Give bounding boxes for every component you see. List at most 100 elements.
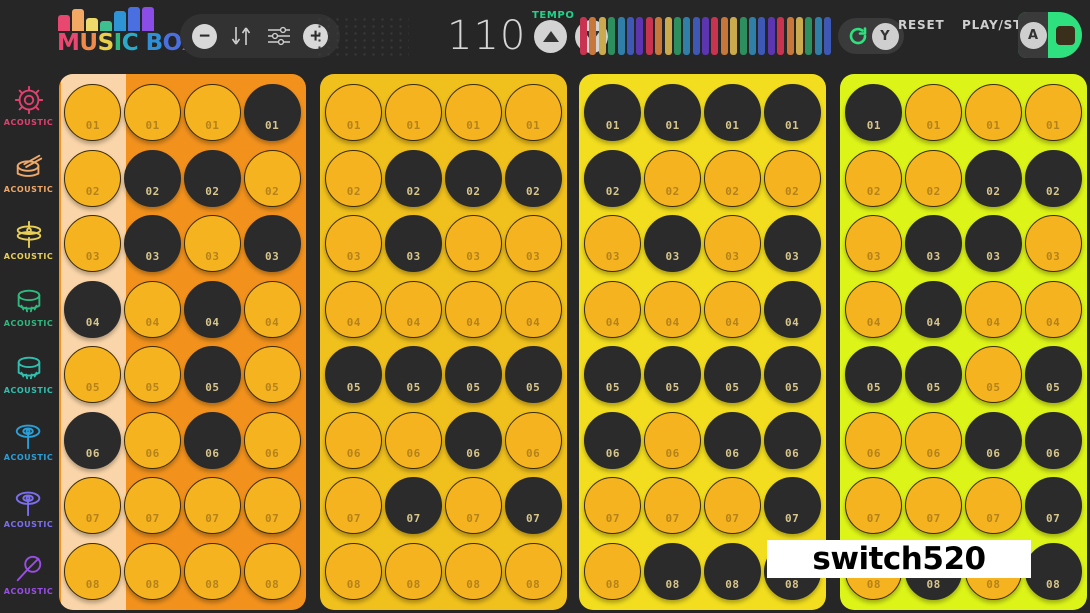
- step-cell[interactable]: 04: [905, 280, 963, 338]
- step-cell[interactable]: 03: [385, 215, 443, 273]
- step-cell[interactable]: 06: [444, 411, 502, 469]
- step-cell[interactable]: 05: [504, 346, 562, 404]
- step-cell[interactable]: 01: [124, 84, 182, 142]
- step-cell[interactable]: 04: [124, 280, 182, 338]
- step-cell[interactable]: 02: [325, 149, 383, 207]
- step-cell[interactable]: 02: [1024, 149, 1082, 207]
- step-cell[interactable]: 03: [183, 215, 241, 273]
- step-cell[interactable]: 06: [644, 411, 702, 469]
- playstop-control[interactable]: A: [1018, 12, 1082, 58]
- step-cell[interactable]: 05: [905, 346, 963, 404]
- step-cell[interactable]: 08: [385, 542, 443, 600]
- step-cell[interactable]: 06: [584, 411, 642, 469]
- step-cell[interactable]: 02: [444, 149, 502, 207]
- step-cell[interactable]: 01: [385, 84, 443, 142]
- step-cell[interactable]: 01: [504, 84, 562, 142]
- step-cell[interactable]: 02: [504, 149, 562, 207]
- step-cell[interactable]: 04: [504, 280, 562, 338]
- step-cell[interactable]: 03: [763, 215, 821, 273]
- playstop-a-button[interactable]: A: [1019, 21, 1047, 49]
- sidebar-item-tom-high[interactable]: ACOUSTIC: [0, 273, 57, 340]
- sidebar-item-cymbal-2[interactable]: ACOUSTIC: [0, 474, 57, 541]
- sidebar-item-snare-drum[interactable]: ACOUSTIC: [0, 139, 57, 206]
- sidebar-item-kick-drum[interactable]: ACOUSTIC: [0, 72, 57, 139]
- step-cell[interactable]: 05: [964, 346, 1022, 404]
- step-cell[interactable]: 08: [124, 542, 182, 600]
- step-cell[interactable]: 01: [763, 84, 821, 142]
- step-cell[interactable]: 07: [385, 477, 443, 535]
- step-cell[interactable]: 03: [444, 215, 502, 273]
- reset-control[interactable]: Y: [838, 18, 904, 54]
- step-cell[interactable]: 02: [644, 149, 702, 207]
- step-cell[interactable]: 06: [763, 411, 821, 469]
- step-cell[interactable]: 06: [325, 411, 383, 469]
- step-cell[interactable]: 05: [703, 346, 761, 404]
- step-cell[interactable]: 02: [584, 149, 642, 207]
- sidebar-item-hihat[interactable]: ACOUSTIC: [0, 206, 57, 273]
- step-cell[interactable]: 07: [183, 477, 241, 535]
- step-cell[interactable]: 02: [703, 149, 761, 207]
- step-cell[interactable]: 08: [504, 542, 562, 600]
- step-cell[interactable]: 05: [325, 346, 383, 404]
- step-cell[interactable]: 04: [385, 280, 443, 338]
- step-cell[interactable]: 08: [644, 542, 702, 600]
- step-cell[interactable]: 01: [1024, 84, 1082, 142]
- step-cell[interactable]: 03: [64, 215, 122, 273]
- step-cell[interactable]: 02: [385, 149, 443, 207]
- tempo-up-button[interactable]: [534, 19, 568, 53]
- step-cell[interactable]: 04: [1024, 280, 1082, 338]
- stop-square-icon[interactable]: [1056, 25, 1075, 45]
- sort-updown-icon[interactable]: [227, 23, 255, 49]
- step-cell[interactable]: 07: [964, 477, 1022, 535]
- step-cell[interactable]: 08: [243, 542, 301, 600]
- step-cell[interactable]: 04: [325, 280, 383, 338]
- step-cell[interactable]: 01: [243, 84, 301, 142]
- step-cell[interactable]: 03: [905, 215, 963, 273]
- step-cell[interactable]: 01: [964, 84, 1022, 142]
- step-cell[interactable]: 05: [1024, 346, 1082, 404]
- step-cell[interactable]: 05: [444, 346, 502, 404]
- step-cell[interactable]: 05: [644, 346, 702, 404]
- step-cell[interactable]: 04: [183, 280, 241, 338]
- step-cell[interactable]: 07: [584, 477, 642, 535]
- step-cell[interactable]: 01: [644, 84, 702, 142]
- step-cell[interactable]: 08: [325, 542, 383, 600]
- step-cell[interactable]: 02: [964, 149, 1022, 207]
- step-cell[interactable]: 04: [703, 280, 761, 338]
- step-cell[interactable]: 05: [385, 346, 443, 404]
- step-cell[interactable]: 06: [905, 411, 963, 469]
- step-cell[interactable]: 07: [444, 477, 502, 535]
- step-cell[interactable]: 07: [325, 477, 383, 535]
- step-cell[interactable]: 04: [584, 280, 642, 338]
- refresh-icon[interactable]: [844, 22, 872, 50]
- step-cell[interactable]: 06: [124, 411, 182, 469]
- step-cell[interactable]: 07: [763, 477, 821, 535]
- step-cell[interactable]: 01: [444, 84, 502, 142]
- step-cell[interactable]: 05: [763, 346, 821, 404]
- step-cell[interactable]: 06: [64, 411, 122, 469]
- step-cell[interactable]: 02: [243, 149, 301, 207]
- sidebar-item-tom-low[interactable]: ACOUSTIC: [0, 340, 57, 407]
- step-cell[interactable]: 08: [444, 542, 502, 600]
- step-cell[interactable]: 06: [703, 411, 761, 469]
- step-cell[interactable]: 05: [64, 346, 122, 404]
- step-cell[interactable]: 02: [64, 149, 122, 207]
- step-cell[interactable]: 06: [385, 411, 443, 469]
- step-cell[interactable]: 06: [964, 411, 1022, 469]
- step-cell[interactable]: 04: [845, 280, 903, 338]
- step-cell[interactable]: 03: [703, 215, 761, 273]
- step-cell[interactable]: 01: [64, 84, 122, 142]
- step-cell[interactable]: 02: [763, 149, 821, 207]
- step-cell[interactable]: 02: [905, 149, 963, 207]
- step-cell[interactable]: 04: [644, 280, 702, 338]
- step-cell[interactable]: 08: [183, 542, 241, 600]
- step-cell[interactable]: 02: [183, 149, 241, 207]
- step-cell[interactable]: 03: [325, 215, 383, 273]
- step-cell[interactable]: 07: [504, 477, 562, 535]
- step-cell[interactable]: 07: [243, 477, 301, 535]
- step-cell[interactable]: 03: [124, 215, 182, 273]
- step-cell[interactable]: 07: [703, 477, 761, 535]
- step-cell[interactable]: 05: [845, 346, 903, 404]
- step-cell[interactable]: 08: [64, 542, 122, 600]
- reset-y-button[interactable]: Y: [871, 22, 899, 50]
